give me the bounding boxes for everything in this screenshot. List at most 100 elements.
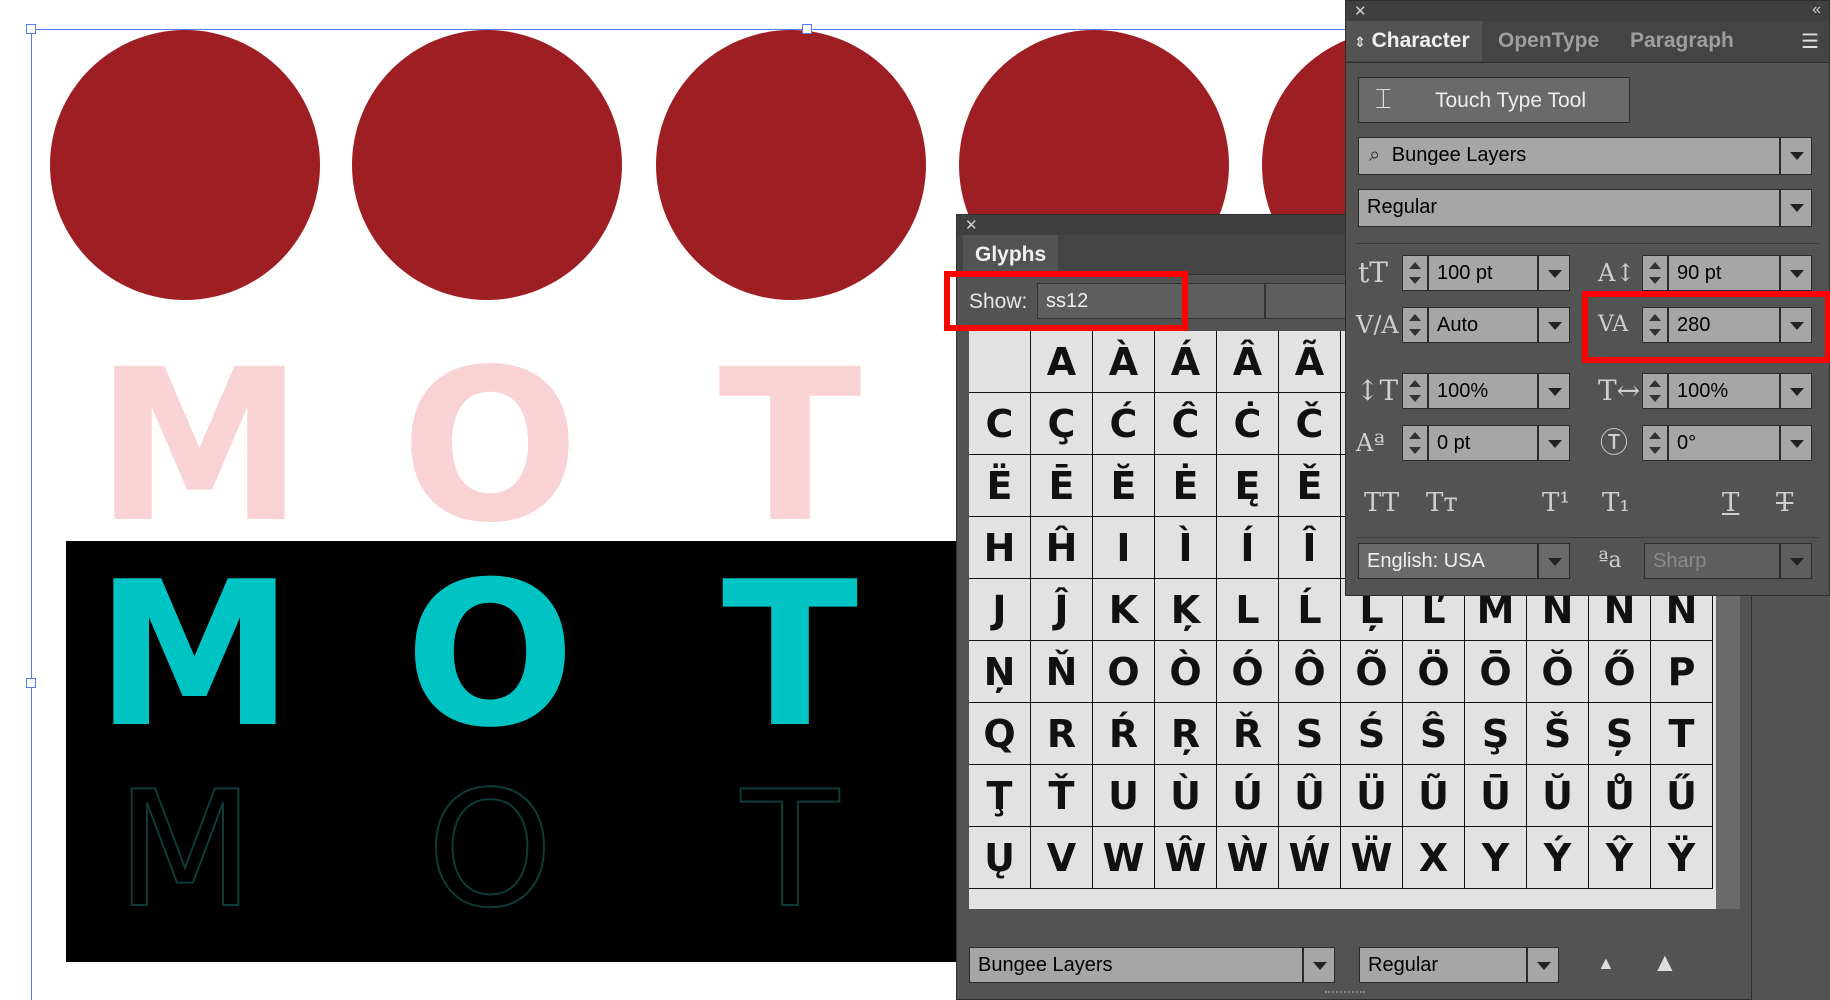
glyph-cell[interactable]: Ü — [1341, 765, 1403, 827]
glyph-cell[interactable]: Ŕ — [1093, 703, 1155, 765]
glyph-cell[interactable]: Ý — [1527, 827, 1589, 889]
selection-handle-top-left[interactable] — [26, 24, 36, 34]
font-size-dropdown[interactable] — [1538, 255, 1570, 291]
glyph-cell[interactable]: Ö — [1403, 641, 1465, 703]
glyph-cell[interactable]: Ū — [1465, 765, 1527, 827]
close-icon[interactable]: ✕ — [965, 216, 978, 234]
glyph-cell[interactable]: Ŗ — [1155, 703, 1217, 765]
language-dropdown[interactable] — [1538, 543, 1570, 579]
leading-stepper[interactable] — [1642, 255, 1668, 291]
glyph-cell[interactable]: Ť — [1031, 765, 1093, 827]
glyph-cell[interactable]: L — [1217, 579, 1279, 641]
glyph-cell[interactable]: Ã — [1279, 331, 1341, 393]
tab-character[interactable]: ⇕ Character — [1346, 21, 1482, 61]
glyph-cell[interactable]: Ù — [1155, 765, 1217, 827]
glyph-cell[interactable]: Ŭ — [1527, 765, 1589, 827]
rotation-dropdown[interactable] — [1780, 425, 1812, 461]
collapse-icon[interactable]: « — [1812, 1, 1821, 19]
glyph-cell[interactable]: Ű — [1651, 765, 1713, 827]
subscript-icon[interactable]: T₁ — [1602, 485, 1630, 521]
glyph-cell[interactable]: U — [1093, 765, 1155, 827]
glyph-cell[interactable]: Ĕ — [1093, 455, 1155, 517]
glyph-cell[interactable]: Ś — [1341, 703, 1403, 765]
vertical-scale-field[interactable]: 100% — [1428, 373, 1538, 409]
antialias-field[interactable]: Sharp — [1644, 543, 1780, 579]
glyph-cell[interactable]: Ĥ — [1031, 517, 1093, 579]
horizontal-scale-stepper[interactable] — [1642, 373, 1668, 409]
glyph-cell[interactable]: Ő — [1589, 641, 1651, 703]
glyph-cell[interactable]: Ĵ — [1031, 579, 1093, 641]
glyph-cell[interactable]: Ŵ — [1155, 827, 1217, 889]
glyph-cell[interactable]: Ÿ — [1651, 827, 1713, 889]
font-family-field[interactable]: ⌕ Bungee Layers — [1358, 137, 1780, 175]
glyph-cell[interactable]: Ŷ — [1589, 827, 1651, 889]
glyph-cell[interactable]: Ė — [1155, 455, 1217, 517]
glyph-cell[interactable]: J — [969, 579, 1031, 641]
glyph-cell[interactable]: Ë — [969, 455, 1031, 517]
glyph-cell[interactable]: Ţ — [969, 765, 1031, 827]
glyph-cell[interactable]: Í — [1217, 517, 1279, 579]
glyph-cell[interactable]: Â — [1217, 331, 1279, 393]
all-caps-icon[interactable]: TT — [1364, 485, 1399, 521]
glyph-cell[interactable]: Ě — [1279, 455, 1341, 517]
glyph-cell[interactable]: Ň — [1031, 641, 1093, 703]
glyph-cell[interactable]: Ō — [1465, 641, 1527, 703]
kerning-dropdown[interactable] — [1538, 307, 1570, 343]
font-style-dropdown[interactable] — [1780, 189, 1812, 227]
glyph-cell[interactable]: Y — [1465, 827, 1527, 889]
touch-type-button[interactable]: ⌶ Touch Type Tool — [1358, 77, 1630, 123]
glyph-cell[interactable]: Ĺ — [1279, 579, 1341, 641]
glyph-cell[interactable]: Ę — [1217, 455, 1279, 517]
glyph-cell[interactable]: Ú — [1217, 765, 1279, 827]
horizontal-scale-field[interactable]: 100% — [1668, 373, 1780, 409]
superscript-icon[interactable]: T¹ — [1542, 485, 1570, 521]
glyph-cell[interactable]: V — [1031, 827, 1093, 889]
language-field[interactable]: English: USA — [1358, 543, 1538, 579]
leading-field[interactable]: 90 pt — [1668, 255, 1780, 291]
tab-glyphs[interactable]: Glyphs — [963, 235, 1059, 275]
glyph-cell[interactable]: Č — [1279, 393, 1341, 455]
horizontal-scale-dropdown[interactable] — [1780, 373, 1812, 409]
baseline-shift-stepper[interactable] — [1402, 425, 1428, 461]
glyph-cell[interactable]: Õ — [1341, 641, 1403, 703]
glyph-cell[interactable]: Î — [1279, 517, 1341, 579]
glyph-cell[interactable]: Ř — [1217, 703, 1279, 765]
glyph-cell[interactable]: Ŝ — [1403, 703, 1465, 765]
glyph-cell[interactable]: W — [1093, 827, 1155, 889]
vertical-scale-stepper[interactable] — [1402, 373, 1428, 409]
glyph-cell[interactable]: Ĉ — [1155, 393, 1217, 455]
glyph-cell[interactable]: Ó — [1217, 641, 1279, 703]
glyphs-font-style-dropdown[interactable] — [1527, 947, 1559, 983]
kerning-field[interactable]: Auto — [1428, 307, 1538, 343]
small-caps-icon[interactable]: Tᴛ — [1426, 485, 1458, 521]
baseline-shift-dropdown[interactable] — [1538, 425, 1570, 461]
glyph-cell[interactable]: Ų — [969, 827, 1031, 889]
glyph-cell[interactable]: A — [1031, 331, 1093, 393]
panel-menu-icon[interactable]: ☰ — [1801, 29, 1819, 54]
tab-opentype[interactable]: OpenType — [1486, 21, 1611, 61]
glyph-cell[interactable]: Ē — [1031, 455, 1093, 517]
glyph-cell[interactable]: T — [1651, 703, 1713, 765]
baseline-shift-field[interactable]: 0 pt — [1428, 425, 1538, 461]
glyph-cell[interactable]: Á — [1155, 331, 1217, 393]
glyphs-resize-handle[interactable] — [1325, 991, 1365, 997]
glyph-cell[interactable]: Ș — [1589, 703, 1651, 765]
glyph-cell[interactable]: Ċ — [1217, 393, 1279, 455]
glyph-cell[interactable]: S — [1279, 703, 1341, 765]
rotation-field[interactable]: 0° — [1668, 425, 1780, 461]
glyph-cell[interactable]: I — [1093, 517, 1155, 579]
selection-handle-middle-left[interactable] — [26, 678, 36, 688]
glyph-cell[interactable]: Ò — [1155, 641, 1217, 703]
selection-handle-top-center[interactable] — [802, 24, 812, 34]
glyph-cell[interactable]: R — [1031, 703, 1093, 765]
glyphs-font-family-dropdown[interactable] — [1303, 947, 1335, 983]
glyphs-font-style-field[interactable]: Regular — [1359, 947, 1527, 983]
glyph-cell[interactable]: Š — [1527, 703, 1589, 765]
glyph-cell[interactable]: H — [969, 517, 1031, 579]
tab-paragraph[interactable]: Paragraph — [1618, 21, 1746, 61]
font-style-field[interactable]: Regular — [1358, 189, 1780, 227]
underline-icon[interactable]: T — [1722, 485, 1739, 521]
glyph-cell[interactable]: K — [1093, 579, 1155, 641]
glyph-cell[interactable]: Ẃ — [1279, 827, 1341, 889]
glyph-cell[interactable]: À — [1093, 331, 1155, 393]
